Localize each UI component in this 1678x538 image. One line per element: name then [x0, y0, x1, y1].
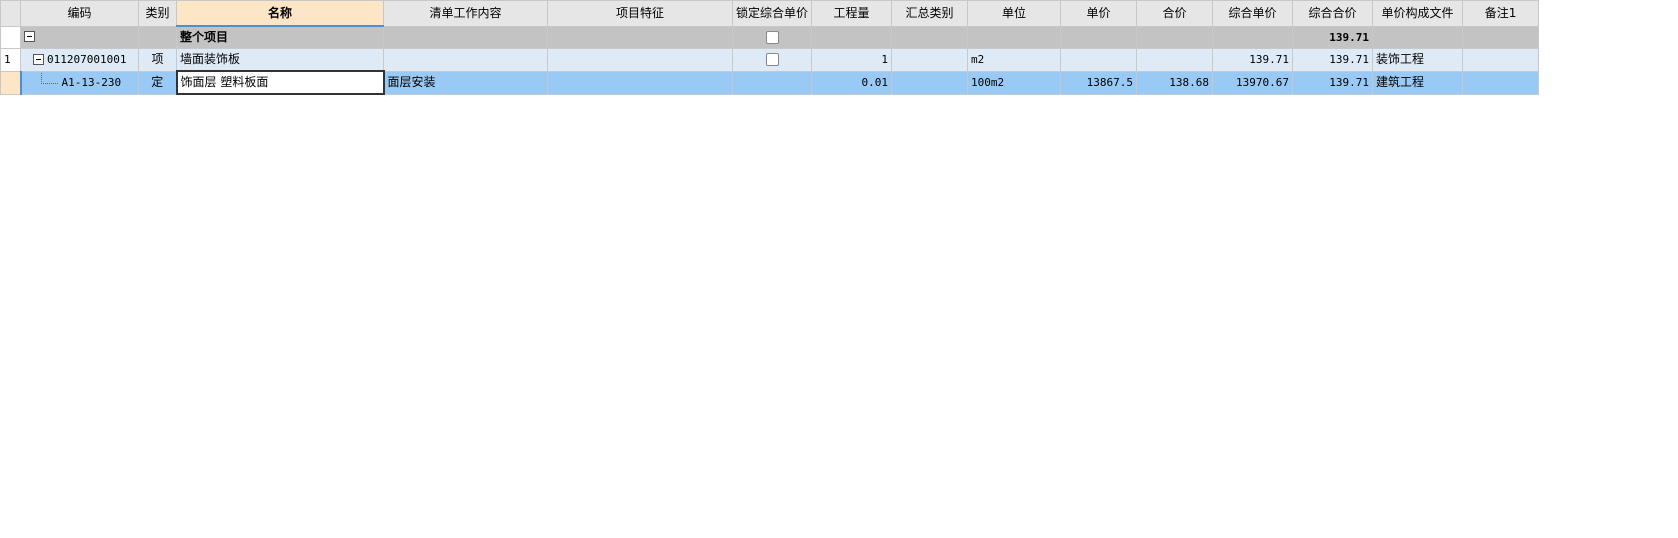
quantity-cell[interactable] [811, 25, 893, 49]
unit-cell[interactable] [967, 25, 1062, 49]
col-header-composite-total[interactable]: 综合合价 [1292, 0, 1374, 27]
col-header-remark[interactable]: 备注1 [1462, 0, 1540, 27]
category-cell[interactable]: 项 [138, 48, 177, 72]
features-cell[interactable] [547, 25, 733, 49]
total-price-cell[interactable]: 138.68 [1136, 70, 1214, 95]
composite-total-cell[interactable]: 139.71 [1292, 25, 1374, 49]
table-row-item[interactable]: 1 011207001001 项 墙面装饰板 1 m2 139.71 139.7… [0, 48, 1540, 72]
bill-grid: 编码 类别 名称 清单工作内容 项目特征 锁定综合单价 工程量 汇总类别 单位 … [0, 0, 1540, 95]
name-cell[interactable]: 整个项目 [176, 25, 384, 49]
lock-price-checkbox[interactable] [765, 30, 779, 44]
col-header-category[interactable]: 类别 [138, 0, 177, 27]
lock-price-cell[interactable] [731, 70, 813, 95]
quantity-cell[interactable]: 0.01 [811, 70, 893, 95]
code-text: 011207001001 [47, 53, 127, 67]
category-cell[interactable] [138, 25, 177, 49]
col-header-total-price[interactable]: 合价 [1136, 0, 1214, 27]
table-row-sub[interactable]: A1-13-230 定 饰面层 塑料板面 面层安装 0.01 100m2 138… [0, 70, 1540, 95]
collapse-toggle-icon[interactable] [24, 30, 35, 42]
table-row-total[interactable]: 整个项目 139.71 [0, 25, 1540, 49]
col-header-features[interactable]: 项目特征 [547, 0, 733, 27]
name-cell[interactable]: 墙面装饰板 [176, 48, 384, 72]
composite-unit-price-cell[interactable]: 139.71 [1212, 48, 1294, 72]
code-cell[interactable] [20, 25, 139, 49]
price-file-cell[interactable] [1372, 25, 1464, 49]
unit-cell[interactable]: 100m2 [967, 70, 1062, 95]
work-content-cell[interactable] [383, 48, 548, 72]
features-cell[interactable] [547, 48, 733, 72]
col-header-summary-category[interactable]: 汇总类别 [891, 0, 969, 27]
row-number[interactable] [0, 70, 22, 95]
code-cell[interactable]: 011207001001 [20, 48, 139, 72]
remark-cell[interactable] [1462, 70, 1540, 95]
name-edit-cell[interactable]: 饰面层 塑料板面 [175, 70, 385, 95]
col-header-quantity[interactable]: 工程量 [811, 0, 893, 27]
total-price-cell[interactable] [1136, 25, 1214, 49]
code-text: A1-13-230 [61, 76, 122, 89]
features-cell[interactable] [547, 70, 733, 95]
col-header-code[interactable]: 编码 [20, 0, 139, 27]
col-header-price-file[interactable]: 单价构成文件 [1372, 0, 1464, 27]
composite-unit-price-cell[interactable]: 13970.67 [1212, 70, 1294, 95]
composite-total-cell[interactable]: 139.71 [1292, 48, 1374, 72]
summary-category-cell[interactable] [891, 70, 969, 95]
quantity-cell[interactable]: 1 [811, 48, 893, 72]
unit-price-cell[interactable]: 13867.5 [1060, 70, 1138, 95]
composite-total-cell[interactable]: 139.71 [1292, 70, 1374, 95]
col-header-unit-price[interactable]: 单价 [1060, 0, 1138, 27]
col-header-composite-unit-price[interactable]: 综合单价 [1212, 0, 1294, 27]
lock-price-cell[interactable] [731, 48, 813, 72]
remark-cell[interactable] [1462, 48, 1540, 72]
summary-category-cell[interactable] [891, 25, 969, 49]
row-number[interactable] [0, 25, 21, 49]
summary-category-cell[interactable] [891, 48, 969, 72]
col-header-lock-price[interactable]: 锁定综合单价 [731, 0, 813, 27]
unit-cell[interactable]: m2 [967, 48, 1062, 72]
corner-cell[interactable] [0, 0, 21, 27]
category-cell[interactable]: 定 [138, 70, 177, 95]
col-header-work-content[interactable]: 清单工作内容 [383, 0, 548, 27]
header-row: 编码 类别 名称 清单工作内容 项目特征 锁定综合单价 工程量 汇总类别 单位 … [0, 0, 1540, 27]
tree-connector-icon [40, 73, 58, 84]
col-header-name[interactable]: 名称 [176, 0, 384, 27]
total-price-cell[interactable] [1136, 48, 1214, 72]
row-number[interactable]: 1 [0, 48, 21, 72]
unit-price-cell[interactable] [1060, 48, 1138, 72]
price-file-cell[interactable]: 建筑工程 [1372, 70, 1464, 95]
col-header-unit[interactable]: 单位 [967, 0, 1062, 27]
lock-price-checkbox[interactable] [765, 53, 779, 67]
composite-unit-price-cell[interactable] [1212, 25, 1294, 49]
work-content-cell[interactable]: 面层安装 [383, 70, 548, 95]
lock-price-cell[interactable] [731, 25, 813, 49]
unit-price-cell[interactable] [1060, 25, 1138, 49]
work-content-cell[interactable] [383, 25, 548, 49]
remark-cell[interactable] [1462, 25, 1540, 49]
code-cell[interactable]: A1-13-230 [20, 70, 139, 95]
collapse-toggle-icon[interactable] [33, 53, 44, 65]
price-file-cell[interactable]: 装饰工程 [1372, 48, 1464, 72]
